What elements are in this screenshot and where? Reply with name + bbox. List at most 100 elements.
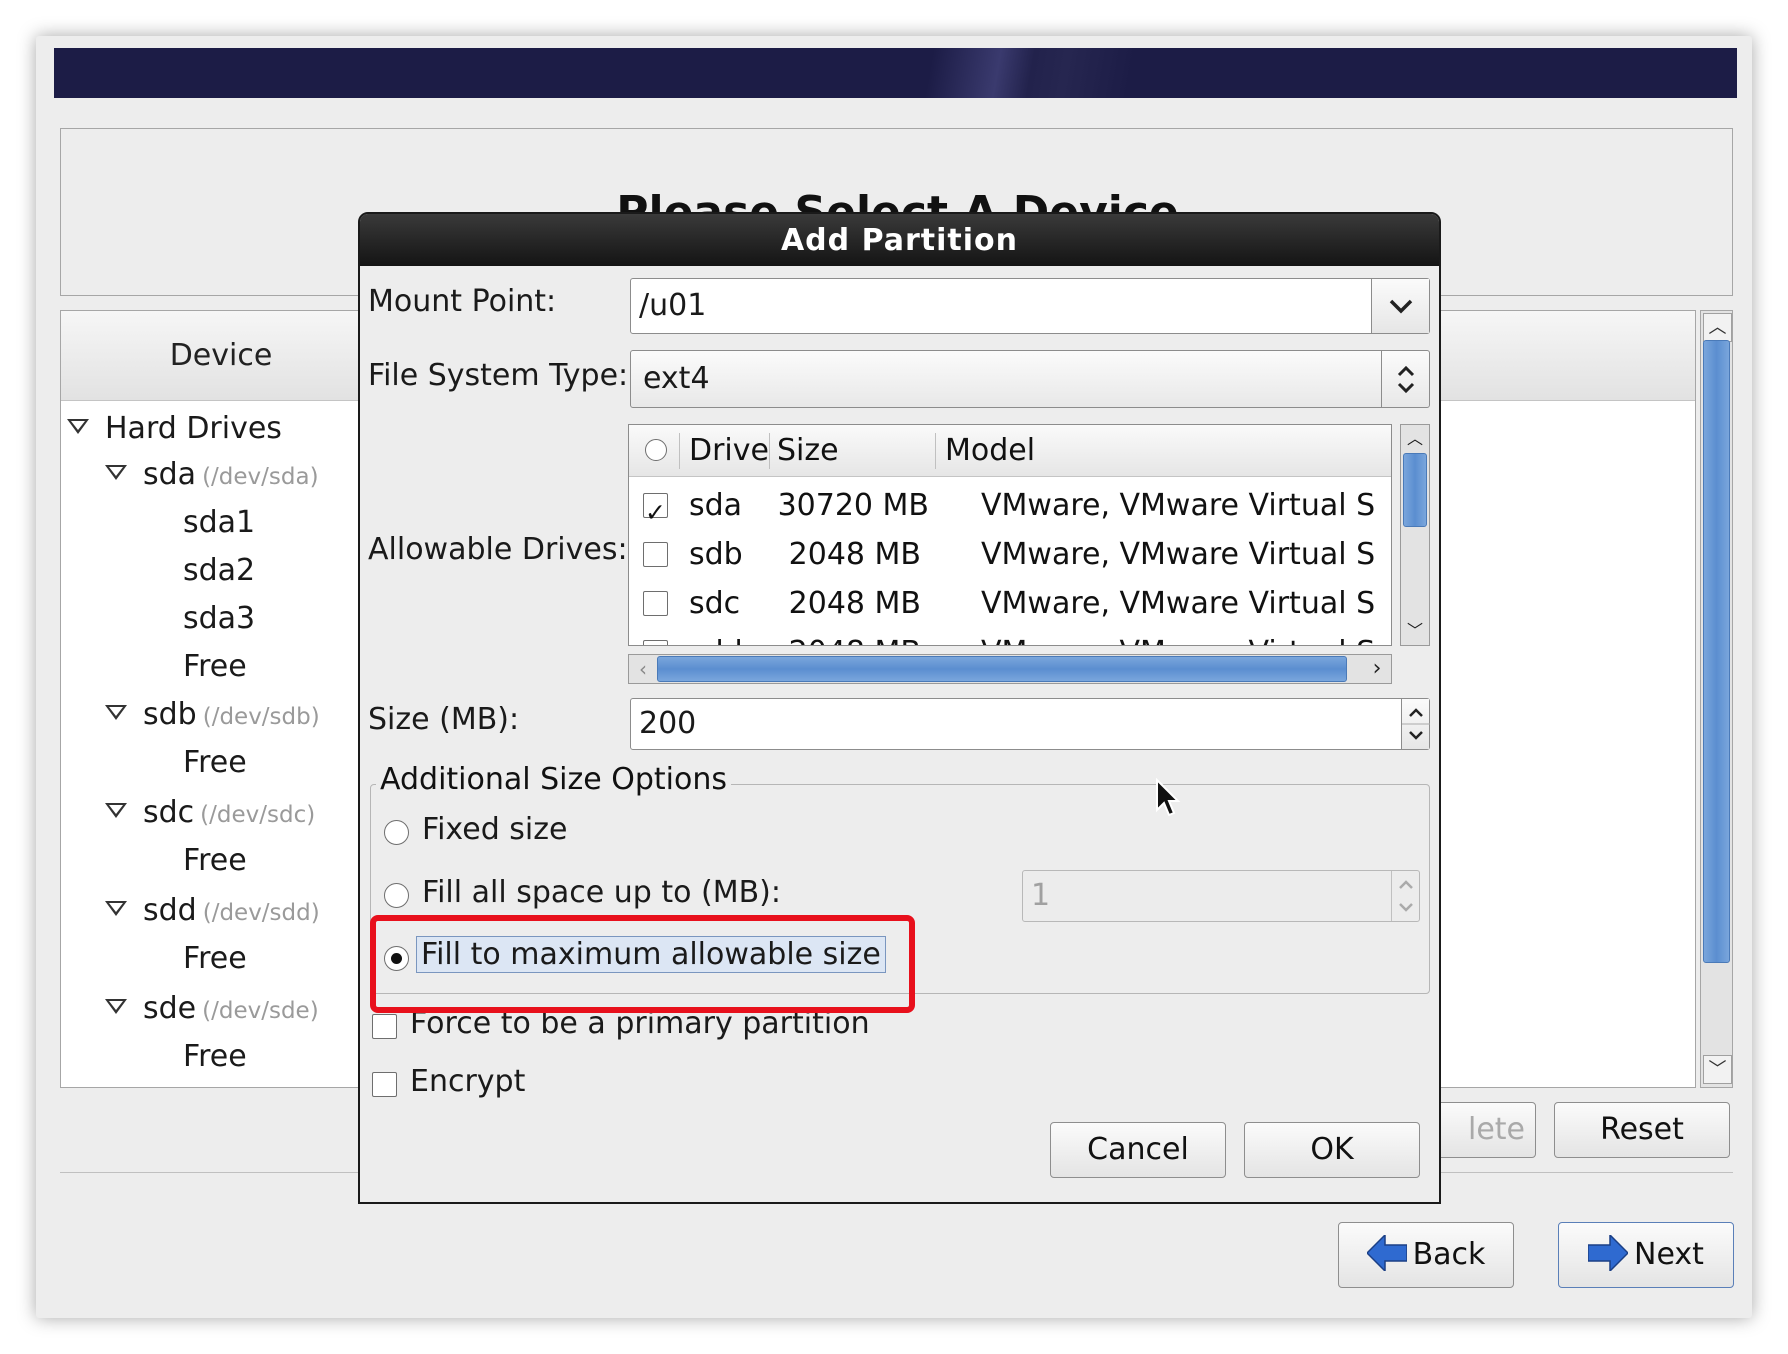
expander-icon[interactable]	[105, 901, 127, 916]
cancel-button[interactable]: Cancel	[1050, 1122, 1226, 1178]
fill-up-to-stepper[interactable]	[1391, 871, 1419, 921]
column-header-drive[interactable]: Drive	[689, 425, 769, 477]
size-value: 200	[639, 706, 697, 741]
tree-item-sde[interactable]: sde (/dev/sde)	[105, 985, 319, 1033]
drive-list-header: Drive Size Model	[629, 425, 1391, 477]
drive-model: VMware, VMware Virtual S	[981, 488, 1376, 523]
highlight-annotation	[370, 915, 915, 1013]
back-label: Back	[1412, 1237, 1486, 1272]
scroll-down-icon[interactable]: ﹀	[1703, 1055, 1732, 1084]
next-button[interactable]: Next	[1558, 1222, 1734, 1288]
drive-name: sda	[689, 488, 743, 523]
disk-name: sdb	[143, 697, 197, 732]
tree-item-sdc-free[interactable]: Free	[183, 837, 247, 885]
size-stepper[interactable]	[1401, 699, 1430, 749]
drive-row[interactable]: sdd 2048 MB VMware, VMware Virtual S	[629, 628, 1391, 645]
drive-model: VMware, VMware Virtual S	[981, 586, 1376, 621]
tree-item-sdb-free[interactable]: Free	[183, 739, 247, 787]
scroll-right-icon[interactable]: ›	[1363, 655, 1391, 683]
mouse-cursor-icon	[1156, 778, 1181, 817]
column-header-device[interactable]: Device	[61, 311, 381, 401]
scroll-down-icon[interactable]: ﹀	[1403, 619, 1427, 643]
force-primary-checkbox[interactable]	[372, 1014, 397, 1039]
drive-row[interactable]: sdc 2048 MB VMware, VMware Virtual S	[629, 579, 1391, 628]
column-separator	[935, 433, 936, 469]
drive-name: sdc	[689, 586, 741, 621]
mount-point-label: Mount Point:	[368, 284, 557, 319]
expander-icon[interactable]	[105, 705, 127, 720]
scroll-up-icon[interactable]: ︿	[1403, 427, 1427, 451]
fill-up-to-label[interactable]: Fill all space up to (MB):	[422, 875, 781, 910]
drive-checkbox[interactable]	[643, 591, 668, 616]
fill-up-to-value: 1	[1031, 878, 1051, 913]
drive-row[interactable]: sdb 2048 MB VMware, VMware Virtual S	[629, 530, 1391, 579]
expander-icon[interactable]	[105, 999, 127, 1014]
disk-name: sdd	[143, 893, 197, 928]
disk-name: sde	[143, 991, 197, 1026]
encrypt-label[interactable]: Encrypt	[410, 1064, 525, 1099]
tree-item-label: Hard Drives	[105, 411, 282, 446]
tree-item-sdd-free[interactable]: Free	[183, 935, 247, 983]
expander-icon[interactable]	[67, 419, 89, 434]
drive-checkbox[interactable]	[643, 542, 668, 567]
drive-row[interactable]: sda 30720 MB VMware, VMware Virtual S	[629, 481, 1391, 537]
reset-button[interactable]: Reset	[1554, 1102, 1730, 1158]
column-separator	[769, 433, 770, 469]
fill-up-to-spinbox[interactable]: 1	[1022, 870, 1420, 922]
tree-item-sdb[interactable]: sdb (/dev/sdb)	[105, 691, 320, 739]
disk-path: (/dev/sdb)	[202, 704, 320, 730]
fill-up-to-radio[interactable]	[384, 883, 409, 908]
scroll-left-icon[interactable]: ‹	[629, 655, 657, 683]
fixed-size-radio[interactable]	[384, 820, 409, 845]
mount-point-combo[interactable]: /u01	[630, 278, 1430, 334]
allowable-drives-list[interactable]: Drive Size Model sda 30720 MB VMware, VM…	[628, 424, 1392, 646]
ok-button[interactable]: OK	[1244, 1122, 1420, 1178]
allowable-drives-label: Allowable Drives:	[368, 532, 628, 567]
fixed-size-label[interactable]: Fixed size	[422, 812, 567, 847]
size-label: Size (MB):	[368, 702, 520, 737]
tree-item-sda3[interactable]: sda3	[183, 595, 255, 643]
tree-item-hard-drives[interactable]: Hard Drives	[67, 405, 282, 453]
tree-item-sda-free[interactable]: Free	[183, 643, 247, 691]
back-button[interactable]: Back	[1338, 1222, 1514, 1288]
disk-path: (/dev/sde)	[202, 998, 319, 1024]
disk-path: (/dev/sdc)	[200, 802, 316, 828]
tree-item-sdd[interactable]: sdd (/dev/sdd)	[105, 887, 320, 935]
stepper-arrows-icon	[1399, 880, 1413, 912]
expander-icon[interactable]	[105, 803, 127, 818]
tree-item-sda[interactable]: sda (/dev/sda)	[105, 451, 319, 499]
mount-point-dropdown-button[interactable]	[1371, 279, 1429, 333]
drive-name: sdd	[689, 628, 743, 645]
column-header-model[interactable]: Model	[945, 425, 1035, 477]
additional-size-options-label: Additional Size Options	[376, 762, 732, 797]
expander-icon[interactable]	[105, 465, 127, 480]
drive-list-vertical-scrollbar[interactable]: ︿ ﹀	[1400, 424, 1430, 646]
mount-point-value: /u01	[639, 288, 707, 323]
stepper-arrows-icon	[1402, 708, 1430, 740]
drive-size: 2048 MB	[788, 586, 921, 621]
drive-checkbox[interactable]	[643, 640, 668, 645]
tree-item-sdc[interactable]: sdc (/dev/sdc)	[105, 789, 315, 837]
tree-item-sde-free[interactable]: Free	[183, 1033, 247, 1081]
fs-type-label: File System Type:	[368, 358, 629, 393]
tree-scroll-thumb[interactable]	[1703, 340, 1730, 963]
fs-type-select[interactable]: ext4	[630, 350, 1430, 408]
tree-item-sda2[interactable]: sda2	[183, 547, 255, 595]
column-header-size[interactable]: Size	[777, 425, 839, 477]
drive-size: 2048 MB	[788, 537, 921, 572]
encrypt-checkbox[interactable]	[372, 1072, 397, 1097]
drive-checkbox[interactable]	[643, 488, 668, 537]
select-all-toggle[interactable]	[645, 439, 667, 461]
tree-item-sda1[interactable]: sda1	[183, 499, 255, 547]
header-banner	[54, 48, 1737, 98]
drive-size: 2048 MB	[769, 628, 921, 645]
fs-type-dropdown-button[interactable]	[1381, 351, 1429, 407]
drive-list-horizontal-scrollbar[interactable]: ‹ ›	[628, 654, 1392, 684]
drive-list-hscroll-thumb[interactable]	[657, 656, 1347, 682]
drive-list-scroll-thumb[interactable]	[1403, 453, 1427, 527]
scroll-up-icon[interactable]: ︿	[1703, 313, 1732, 342]
column-separator	[679, 433, 680, 469]
size-spinbox[interactable]: 200	[630, 698, 1430, 750]
drive-model: VMware, VMware Virtual S	[981, 537, 1376, 572]
add-partition-dialog: Add Partition Mount Point: /u01 File Sys…	[358, 212, 1441, 1204]
